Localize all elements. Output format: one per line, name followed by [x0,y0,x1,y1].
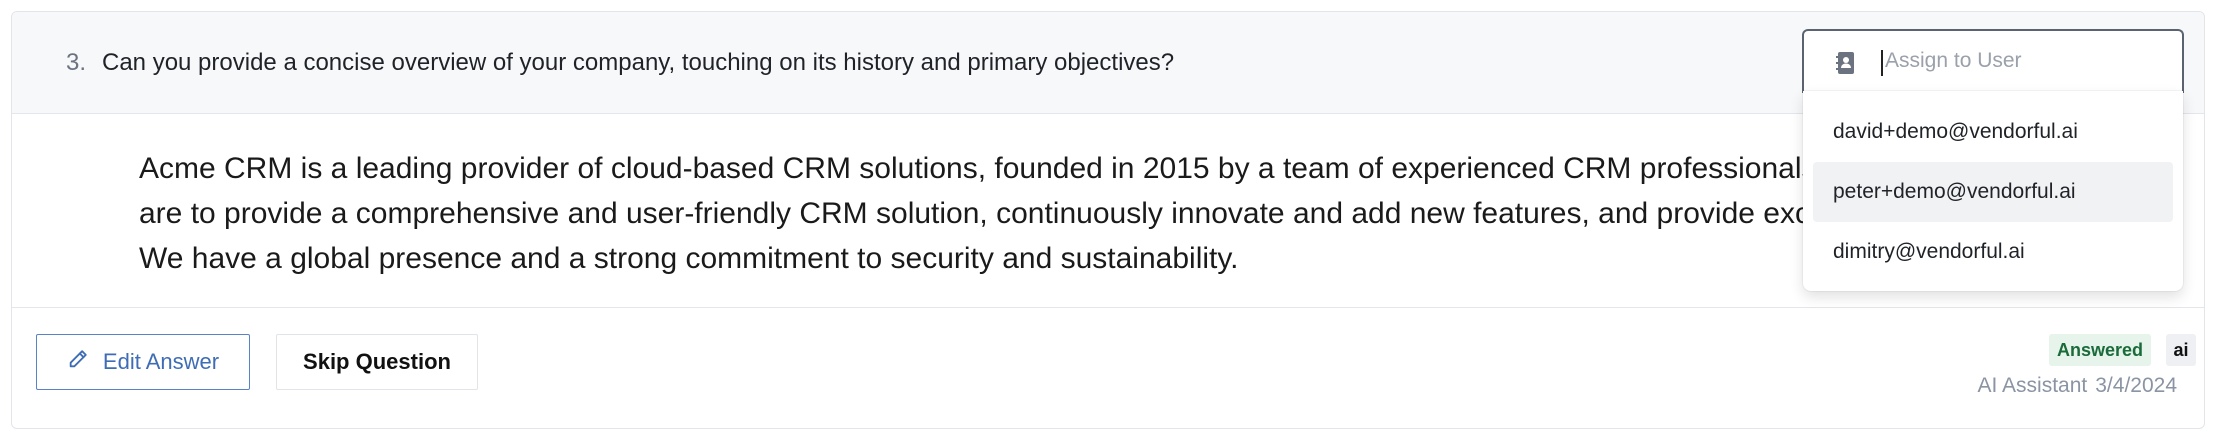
status-badge: Answered [2049,334,2152,366]
text-caret [1881,50,1883,76]
user-option[interactable]: david+demo@vendorful.ai [1803,102,2183,162]
answer-meta: AI Assistant 3/4/2024 [1978,374,2177,398]
user-option[interactable]: peter+demo@vendorful.ai [1813,162,2173,222]
pencil-icon [67,348,89,376]
assign-user-placeholder: Assign to User [1885,49,2022,72]
assign-user-dropdown: david+demo@vendorful.ai peter+demo@vendo… [1803,91,2183,291]
edit-answer-label: Edit Answer [102,349,220,374]
assign-user-input[interactable]: Assign to User [1802,29,2184,93]
user-option[interactable]: dimitry@vendorful.ai [1803,222,2183,282]
source-tag: ai [2166,334,2196,366]
question-text: Can you provide a concise overview of yo… [102,49,1175,76]
answer-author: AI Assistant [1977,374,2088,397]
skip-question-button[interactable]: Skip Question [276,334,478,390]
contact-book-icon [1836,51,1856,75]
question-number: 3. [66,49,87,76]
divider [12,307,2204,308]
answer-date: 3/4/2024 [2095,374,2177,397]
edit-answer-button[interactable]: Edit Answer [36,334,250,390]
